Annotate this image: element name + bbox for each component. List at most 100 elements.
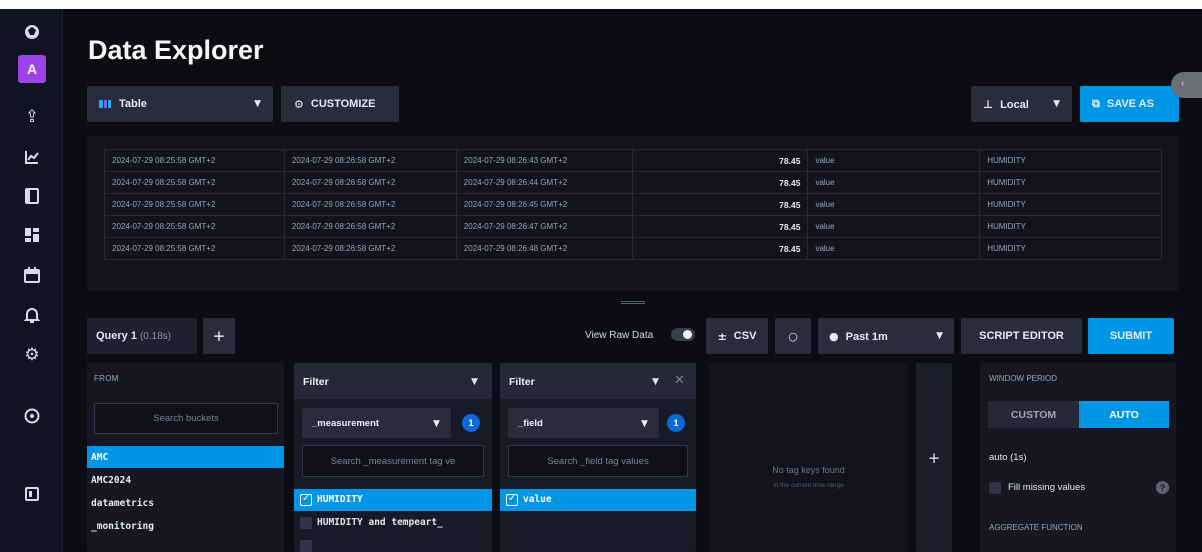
calendar-icon[interactable] (18, 261, 46, 289)
left-nav: A ⇪ ⚙ (0, 9, 63, 552)
refresh-icon: ○ (788, 329, 798, 343)
timezone-dropdown[interactable]: ⊥ Local ▼ (971, 86, 1072, 122)
chevron-down-icon: ▼ (471, 377, 478, 387)
save-as-button[interactable]: ⧉ SAVE AS (1080, 86, 1179, 122)
checkbox[interactable]: ✓ (506, 493, 518, 506)
table-cell: 2024-07-29 08:25:58 GMT+2 (104, 215, 285, 238)
table-cell: 78.45 (631, 149, 809, 172)
time-range-dropdown[interactable]: ● Past 1m ▼ (818, 318, 954, 354)
tag-values-search-input[interactable]: Search _field tag values (508, 445, 688, 477)
table-cell: value (807, 215, 981, 238)
bucket-item[interactable]: _monitoring (87, 515, 284, 537)
checkbox[interactable]: ✓ (300, 493, 312, 506)
chevron-down-icon: ▼ (433, 419, 440, 429)
chevron-down-icon: ▼ (254, 99, 261, 109)
results-table: 2024-07-29 08:25:58 GMT+2 2024-07-29 08:2… (104, 149, 1162, 260)
auto-window-value: auto (1s) (989, 452, 1027, 463)
checkbox[interactable] (300, 540, 312, 552)
table-cell: 78.45 (631, 215, 809, 238)
clock-icon: ● (829, 329, 839, 343)
script-editor-button[interactable]: SCRIPT EDITOR (961, 318, 1082, 354)
export-icon: ⧉ (1092, 97, 1100, 110)
tag-key-dropdown[interactable]: _measurement ▼ (302, 408, 451, 438)
logo-icon[interactable] (18, 18, 46, 46)
bucket-item[interactable]: datametrics (87, 492, 284, 514)
table-cell: HUMIDITY (979, 171, 1162, 194)
table-row: 2024-07-29 08:25:58 GMT+2 2024-07-29 08:2… (104, 237, 1162, 260)
pin-icon: ⊥ (983, 97, 994, 111)
tag-value-item[interactable]: ✓ HUMIDITY (294, 489, 492, 511)
csv-download-button[interactable]: ± CSV (706, 318, 768, 354)
help-icon[interactable] (18, 402, 46, 430)
table-cell: HUMIDITY (979, 149, 1162, 172)
tag-value-item[interactable]: ✓ value (500, 489, 696, 511)
tag-values-search-input[interactable]: Search _measurement tag ve (302, 445, 484, 477)
table-cell: value (807, 171, 981, 194)
avatar[interactable]: A (18, 55, 46, 83)
empty-state-title: No tag keys found (772, 465, 845, 475)
graph-icon[interactable] (18, 143, 46, 171)
chevron-down-icon: ▼ (936, 331, 943, 341)
filter-title: Filter (509, 376, 535, 388)
gear-icon[interactable]: ⚙ (18, 341, 46, 369)
tag-value-label: value (523, 494, 552, 505)
table-row: 2024-07-29 08:25:58 GMT+2 2024-07-29 08:2… (104, 171, 1162, 194)
table-cell: 2024-07-29 08:26:44 GMT+2 (455, 171, 633, 194)
visualization-type-dropdown[interactable]: Table ▼ (87, 86, 273, 122)
empty-state-subtitle: in the current time range (773, 482, 844, 489)
book-icon[interactable] (18, 182, 46, 210)
table-cell: 2024-07-29 08:25:58 GMT+2 (104, 171, 285, 194)
filter-function-dropdown[interactable]: Filter ▼ (294, 363, 492, 399)
filter-function-dropdown[interactable]: Filter ▼ ✕ (500, 363, 696, 399)
table-cell: HUMIDITY (979, 193, 1162, 216)
fill-missing-checkbox[interactable] (989, 482, 1001, 494)
table-row: 2024-07-29 08:25:58 GMT+2 2024-07-29 08:2… (104, 215, 1162, 238)
window-period-title: WINDOW PERIOD (989, 374, 1057, 383)
download-icon: ± (717, 329, 727, 343)
table-cell: value (807, 149, 981, 172)
table-viz-icon (99, 100, 111, 109)
table-cell: 2024-07-29 08:25:58 GMT+2 (104, 149, 285, 172)
table-cell: value (807, 237, 981, 260)
table-cell: 2024-07-29 08:26:58 GMT+2 (283, 215, 457, 238)
tag-value-item[interactable] (294, 535, 492, 552)
dashboard-icon[interactable] (18, 221, 46, 249)
customize-button[interactable]: ⚙ CUSTOMIZE (281, 86, 399, 122)
bucket-item[interactable]: AMC (87, 446, 284, 468)
tag-key-label: _measurement (312, 418, 380, 429)
bell-icon[interactable] (18, 301, 46, 329)
query-tab[interactable]: Query 1 (0.18s) (87, 318, 197, 354)
submit-button[interactable]: SUBMIT (1088, 318, 1174, 354)
tag-value-item[interactable]: HUMIDITY and tempeart_ (294, 512, 492, 534)
auto-window-button[interactable]: AUTO (1079, 401, 1169, 428)
close-icon[interactable]: ✕ (674, 373, 685, 388)
refresh-button[interactable]: ○ (775, 318, 811, 354)
upload-icon[interactable]: ⇪ (18, 103, 46, 131)
table-cell: 2024-07-29 08:26:43 GMT+2 (455, 149, 633, 172)
from-card: FROM Search buckets AMC AMC2024 datametr… (87, 363, 284, 552)
filter-card-field: Filter ▼ ✕ _field ▼ 1 Search _field tag … (500, 363, 696, 552)
add-query-button[interactable]: + (203, 318, 235, 354)
table-cell: 2024-07-29 08:26:58 GMT+2 (283, 237, 457, 260)
table-cell: 2024-07-29 08:26:48 GMT+2 (455, 237, 633, 260)
bucket-search-input[interactable]: Search buckets (94, 403, 278, 434)
panel-toggle-chip[interactable]: ‹ (1171, 72, 1202, 98)
custom-window-button[interactable]: CUSTOM (988, 401, 1079, 428)
checkbox[interactable] (300, 517, 312, 529)
resize-handle[interactable] (621, 301, 645, 304)
top-strip (0, 0, 1202, 9)
check-icon: ✓ (302, 493, 311, 504)
help-icon[interactable]: ? (1156, 481, 1169, 494)
add-filter-button[interactable]: + (916, 363, 952, 552)
collapse-icon[interactable] (18, 480, 46, 508)
table-cell: 2024-07-29 08:25:58 GMT+2 (104, 237, 285, 260)
table-cell: 78.45 (631, 237, 809, 260)
bucket-item[interactable]: AMC2024 (87, 469, 284, 491)
table-cell: 2024-07-29 08:26:58 GMT+2 (283, 193, 457, 216)
table-cell: value (807, 193, 981, 216)
view-raw-data-label: View Raw Data (585, 330, 654, 341)
filter-card-measurement: Filter ▼ _measurement ▼ 1 Search _measur… (294, 363, 492, 552)
view-raw-data-toggle[interactable] (671, 328, 695, 341)
table-cell: 2024-07-29 08:25:58 GMT+2 (104, 193, 285, 216)
tag-key-dropdown[interactable]: _field ▼ (508, 408, 659, 438)
